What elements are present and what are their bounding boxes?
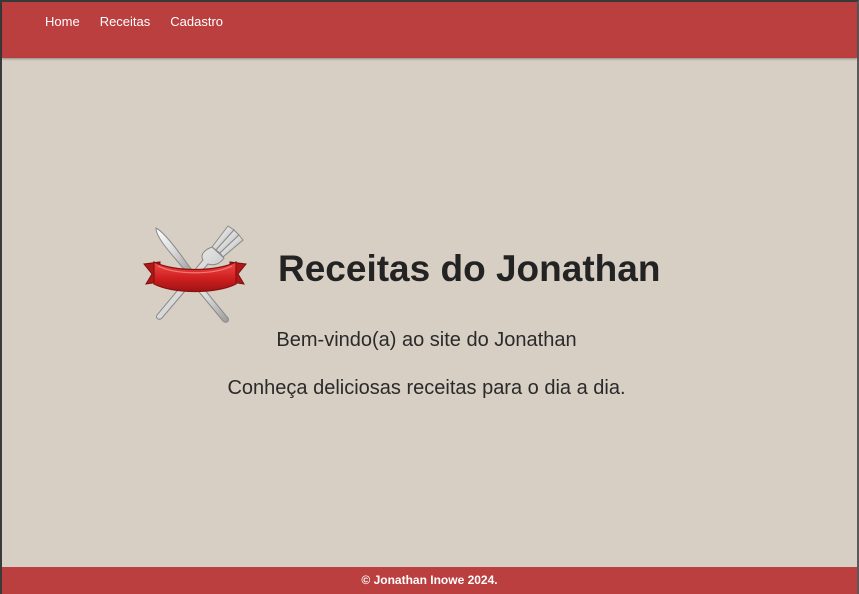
top-navbar: Home Receitas Cadastro <box>2 2 857 58</box>
page-title: Receitas do Jonathan <box>278 248 661 289</box>
nav-link-cadastro[interactable]: Cadastro <box>170 14 223 30</box>
nav-link-receitas[interactable]: Receitas <box>100 14 151 30</box>
main-content: Receitas do Jonathan Bem-vindo(a) ao sit… <box>2 58 857 567</box>
tagline-text: Conheça deliciosas receitas para o dia a… <box>227 377 626 399</box>
welcome-text: Bem-vindo(a) ao site do Jonathan <box>276 329 577 351</box>
page-footer: © Jonathan Inowe 2024. <box>2 567 857 594</box>
crossed-knife-fork-ribbon-icon <box>142 222 248 326</box>
footer-copyright: © Jonathan Inowe 2024. <box>361 573 498 587</box>
nav-links: Home Receitas Cadastro <box>45 14 243 30</box>
nav-link-home[interactable]: Home <box>45 14 80 30</box>
